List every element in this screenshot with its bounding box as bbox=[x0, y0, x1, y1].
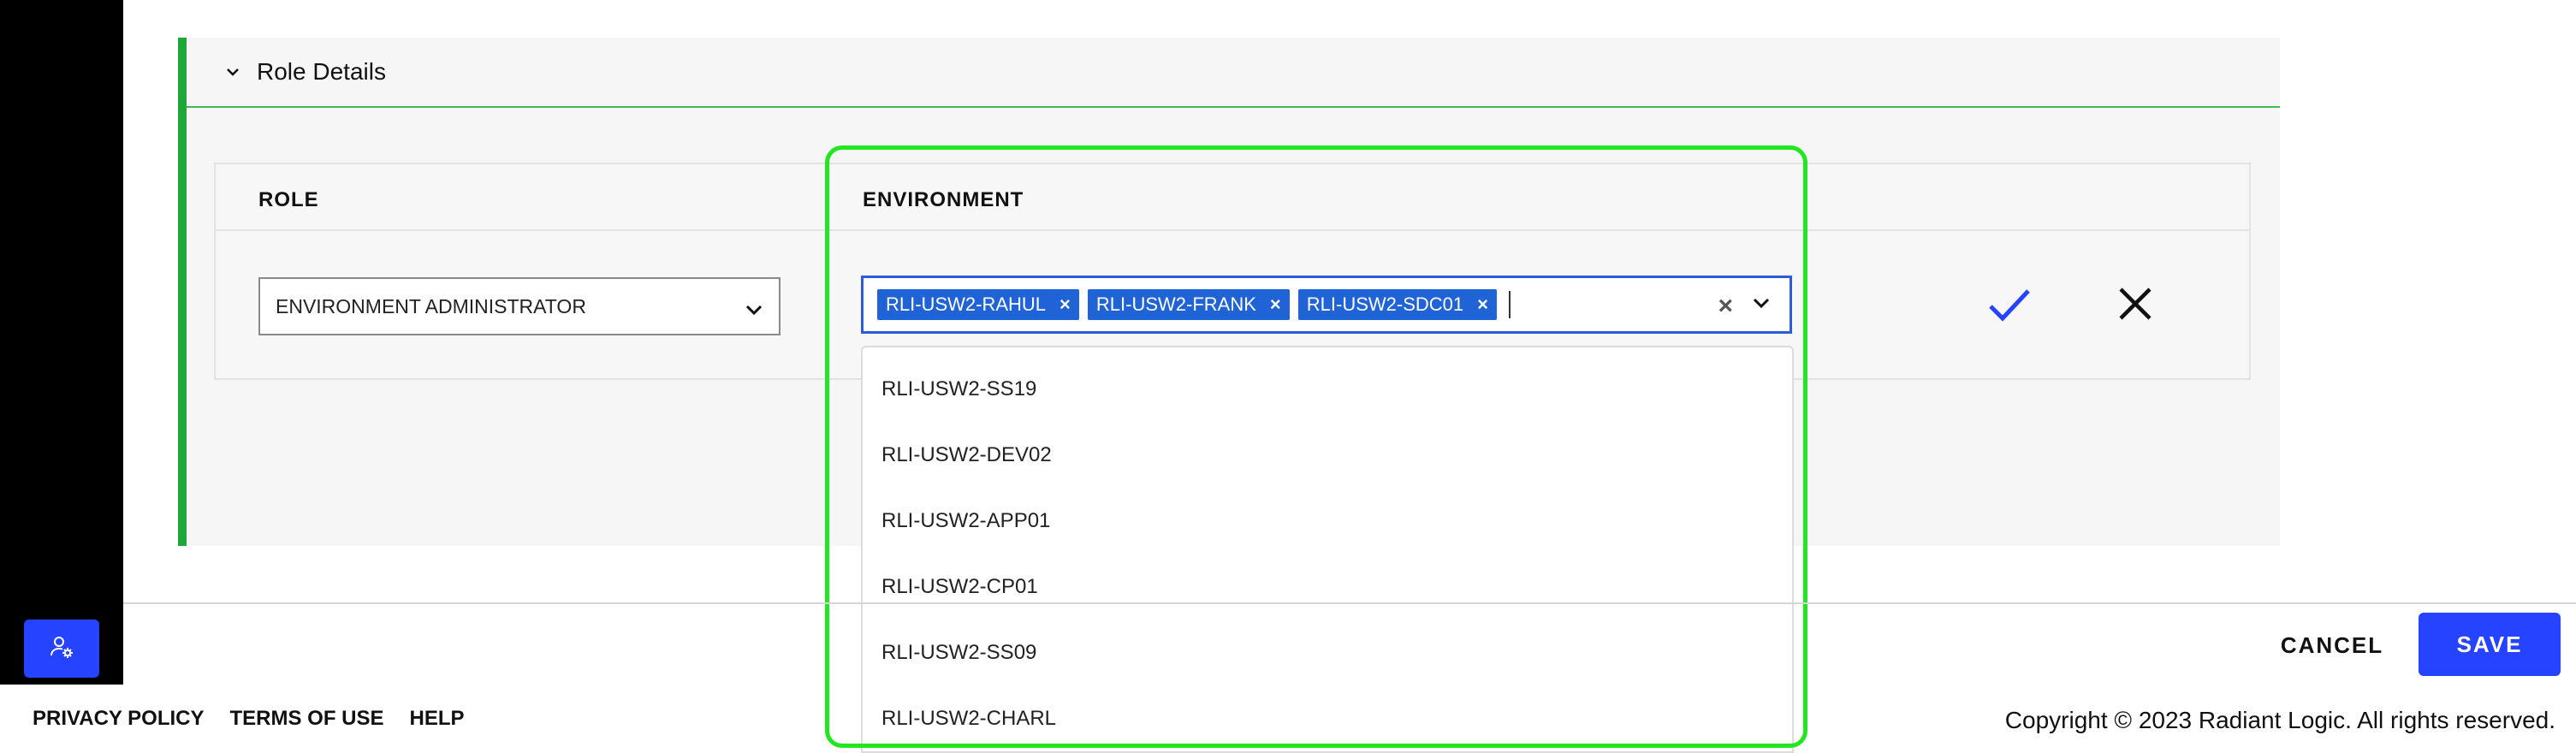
chevron-down-icon bbox=[745, 298, 763, 321]
dropdown-option[interactable]: RLI-USW2-SS09 bbox=[863, 620, 1792, 685]
copyright-text: Copyright © 2023 Radiant Logic. All righ… bbox=[2004, 707, 2555, 733]
chip-remove-button[interactable]: × bbox=[1059, 293, 1071, 316]
role-select-value: ENVIRONMENT ADMINISTRATOR bbox=[276, 294, 586, 317]
cancel-button[interactable]: CANCEL bbox=[2268, 616, 2396, 674]
footer-links: PRIVACY POLICY TERMS OF USE HELP bbox=[33, 707, 465, 731]
text-caret[interactable] bbox=[1509, 291, 1511, 318]
panel-title: Role Details bbox=[257, 58, 386, 85]
role-select[interactable]: ENVIRONMENT ADMINISTRATOR bbox=[258, 277, 781, 335]
table-header: ROLE ENVIRONMENT bbox=[216, 164, 2249, 231]
clear-selection-button[interactable]: × bbox=[1718, 292, 1733, 321]
close-icon[interactable] bbox=[2117, 286, 2153, 326]
dropdown-option[interactable]: RLI-USW2-DEV02 bbox=[863, 422, 1792, 488]
user-settings-icon bbox=[49, 634, 74, 664]
chevron-down-icon[interactable] bbox=[223, 62, 243, 82]
column-header-environment: ENVIRONMENT bbox=[863, 188, 1024, 211]
chip-label: RLI-USW2-SDC01 bbox=[1306, 293, 1464, 315]
dropdown-option[interactable]: RLI-USW2-CHARL bbox=[863, 685, 1792, 751]
check-icon[interactable] bbox=[1987, 286, 2032, 328]
chip-remove-button[interactable]: × bbox=[1270, 293, 1281, 316]
chip-label: RLI-USW2-RAHUL bbox=[886, 293, 1047, 315]
chevron-down-icon[interactable] bbox=[1752, 297, 1771, 313]
dropdown-option[interactable]: RLI-USW2-APP01 bbox=[863, 488, 1792, 554]
environment-chip: RLI-USW2-RAHUL × bbox=[877, 289, 1079, 320]
user-settings-button[interactable] bbox=[24, 620, 99, 678]
terms-of-use-link[interactable]: TERMS OF USE bbox=[229, 707, 383, 731]
save-button[interactable]: SAVE bbox=[2419, 613, 2561, 676]
privacy-policy-link[interactable]: PRIVACY POLICY bbox=[33, 707, 204, 731]
left-rail bbox=[0, 0, 123, 685]
column-header-role: ROLE bbox=[258, 188, 319, 211]
chip-label: RLI-USW2-FRANK bbox=[1095, 293, 1256, 315]
environment-multiselect[interactable]: RLI-USW2-RAHUL × RLI-USW2-FRANK × RLI-US… bbox=[861, 276, 1792, 334]
divider bbox=[123, 602, 2576, 604]
environment-chip: RLI-USW2-SDC01 × bbox=[1297, 289, 1497, 320]
dropdown-option[interactable]: RLI-USW2-SS19 bbox=[863, 356, 1792, 422]
dropdown-option[interactable]: RLI-USW2-CP01 bbox=[863, 554, 1792, 620]
chip-remove-button[interactable]: × bbox=[1477, 293, 1488, 316]
environment-dropdown-list: RLI-USW2-SS19 RLI-USW2-DEV02 RLI-USW2-AP… bbox=[861, 346, 1794, 753]
environment-chip: RLI-USW2-FRANK × bbox=[1087, 289, 1290, 320]
panel-accent-bar bbox=[178, 38, 187, 546]
panel-header[interactable]: Role Details bbox=[187, 38, 2280, 108]
help-link[interactable]: HELP bbox=[410, 707, 465, 731]
